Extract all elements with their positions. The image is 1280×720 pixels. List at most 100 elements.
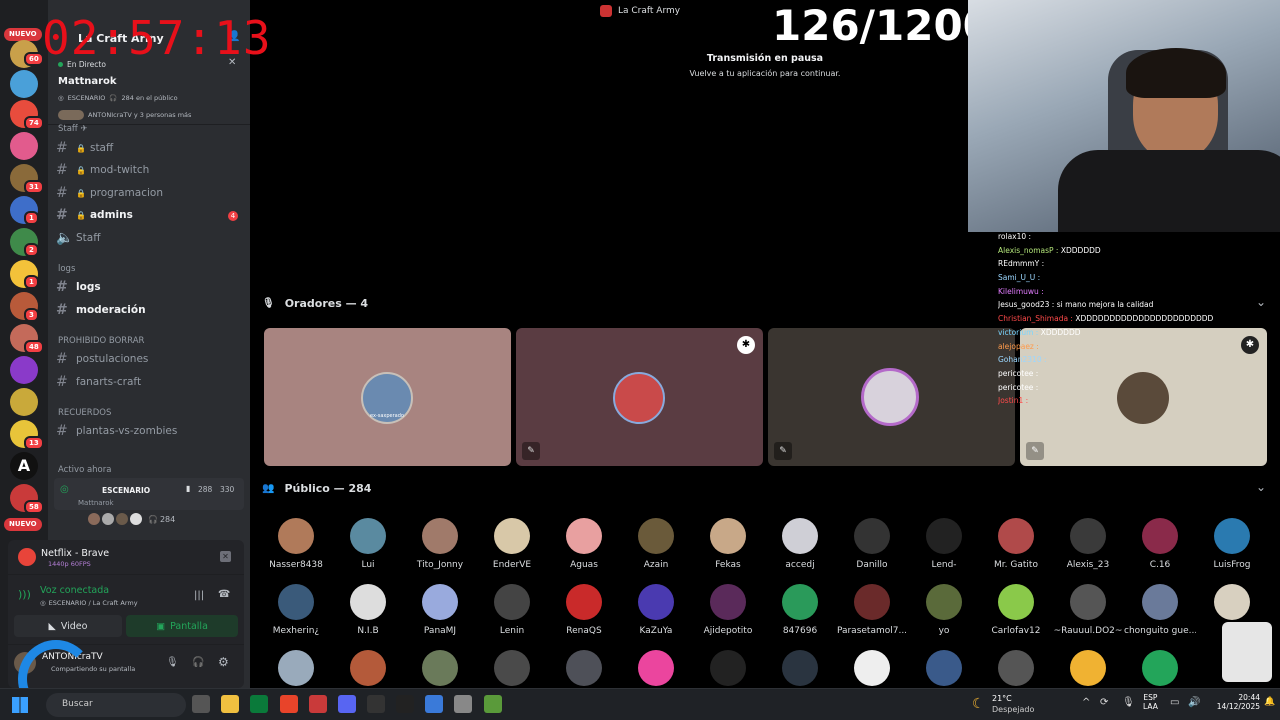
server-icon[interactable] [10, 132, 38, 160]
notification-bell-icon[interactable]: 🔔 [1264, 697, 1275, 707]
server-icon[interactable]: A [10, 452, 38, 480]
audience-member[interactable]: LuisFrog [1196, 518, 1268, 570]
audience-member[interactable]: Nasser8438 [260, 518, 332, 570]
audience-member[interactable]: C.16 [1124, 518, 1196, 570]
audience-member[interactable]: Lend- [908, 518, 980, 570]
audience-member[interactable]: Alexis_23 [1052, 518, 1124, 570]
obs-icon[interactable] [367, 695, 385, 713]
audience-member[interactable]: Tito_Jonny [404, 518, 476, 570]
noise-suppression-icon[interactable]: ||| [194, 590, 204, 601]
audience-member[interactable]: Mr. Gatito [980, 518, 1052, 570]
task-view-icon[interactable] [192, 695, 210, 713]
audience-member[interactable]: KaZuYa [620, 584, 692, 636]
channel-logs[interactable]: # logs [56, 277, 244, 297]
channel-postulaciones[interactable]: # postulaciones [56, 349, 244, 369]
weather-widget[interactable]: ☾ 21°C Despejado [972, 692, 1052, 718]
channel-plantas-vs-zombies[interactable]: # plantas-vs-zombies [56, 421, 244, 441]
hash-icon: # [56, 302, 68, 318]
avatar[interactable] [422, 650, 458, 686]
avatar[interactable] [350, 650, 386, 686]
audience-member[interactable]: chonguito gue... [1124, 584, 1196, 636]
audience-member[interactable]: accedj [764, 518, 836, 570]
network-icon[interactable]: ▭ [1170, 697, 1179, 708]
stream-quality: 1440p 60FPS [48, 560, 91, 568]
category-prohibido-borrar[interactable]: PROHIBIDO BORRAR [58, 336, 144, 346]
audience-member[interactable]: N.I.B [332, 584, 404, 636]
volume-icon[interactable]: 🔊 [1188, 697, 1200, 708]
audience-member[interactable]: Parasetamol7... [836, 584, 908, 636]
avatar[interactable] [998, 650, 1034, 686]
category-staff[interactable]: Staff ✈ [58, 124, 88, 134]
chevron-down-icon[interactable]: ⌄ [1256, 480, 1266, 494]
taskbar-search[interactable]: Buscar [46, 693, 186, 717]
audience-member[interactable]: Fekas [692, 518, 764, 570]
app-icon[interactable] [309, 695, 327, 713]
category-recuerdos[interactable]: RECUERDOS [58, 408, 111, 418]
audience-member[interactable]: RenaQS [548, 584, 620, 636]
stage-icon: ◎ [40, 599, 46, 607]
channel-staff-voice[interactable]: 🔈 Staff [56, 228, 244, 248]
voice-location[interactable]: ◎ ESCENARIO / La Craft Army [40, 599, 138, 607]
app-icon[interactable] [396, 695, 414, 713]
minecraft-icon[interactable] [484, 695, 502, 713]
audience-member[interactable]: PanaMJ [404, 584, 476, 636]
audience-member[interactable]: yo [908, 584, 980, 636]
store-icon[interactable] [250, 695, 268, 713]
audience-member[interactable]: Lui [332, 518, 404, 570]
audience-member[interactable]: ~Rauuul.DO2~ [1052, 584, 1124, 636]
windows-start-icon[interactable] [12, 697, 28, 713]
headphones-icon[interactable]: 🎧 [192, 657, 204, 668]
audience-member[interactable]: Danillo [836, 518, 908, 570]
speaker-tile[interactable]: ex-saxperado [264, 328, 511, 466]
discord-icon[interactable] [338, 695, 356, 713]
settings-icon[interactable] [454, 695, 472, 713]
video-button[interactable]: ◣ Video [14, 615, 122, 637]
avatar[interactable] [782, 650, 818, 686]
avatar [1142, 584, 1178, 620]
discord-avatar-icon[interactable] [638, 650, 674, 686]
server-icon[interactable] [10, 356, 38, 384]
avatar[interactable] [926, 650, 962, 686]
avatar[interactable] [278, 650, 314, 686]
audience-member[interactable]: Azain [620, 518, 692, 570]
brave-icon[interactable] [280, 695, 298, 713]
category-logs[interactable]: logs [58, 264, 75, 274]
clock[interactable]: 20:44 14/12/2025 [1206, 693, 1260, 711]
audience-member[interactable]: EnderVE [476, 518, 548, 570]
channel-programacion[interactable]: # 🔒 programacion [56, 183, 244, 203]
channel-fanarts-craft[interactable]: # fanarts-craft [56, 372, 244, 392]
screen-share-button[interactable]: ▣ Pantalla [126, 615, 238, 637]
avatar[interactable] [854, 650, 890, 686]
server-icon[interactable] [10, 70, 38, 98]
language-indicator[interactable]: ESP LAA [1143, 693, 1158, 711]
disconnect-icon[interactable]: ☎ [218, 589, 230, 600]
microphone-icon[interactable]: 🎙 [166, 657, 179, 668]
app-icon[interactable] [425, 695, 443, 713]
speaker-tile[interactable]: ✎ [768, 328, 1015, 466]
speaker-tile[interactable]: ✱ ✎ [516, 328, 763, 466]
stop-stream-icon[interactable]: ✕ [220, 551, 231, 562]
server-icon[interactable] [10, 388, 38, 416]
active-stage-card[interactable]: ◎ ESCENARIO Mattnarok ▮ 288 330 [54, 478, 244, 510]
audience-member[interactable]: 847696 [764, 584, 836, 636]
channel-staff[interactable]: # 🔒 staff [56, 138, 244, 158]
discord-avatar-icon[interactable] [566, 650, 602, 686]
avatar[interactable] [494, 650, 530, 686]
audience-member[interactable]: Carlofav12 [980, 584, 1052, 636]
channel-mod-twitch[interactable]: # 🔒 mod-twitch [56, 160, 244, 180]
channel-moderacion[interactable]: # moderación [56, 300, 244, 320]
avatar[interactable] [710, 650, 746, 686]
audience-member[interactable]: Mexherin¿ [260, 584, 332, 636]
avatar [1070, 584, 1106, 620]
discord-avatar-icon[interactable] [1070, 650, 1106, 686]
tray-chevron-icon[interactable]: ^ [1082, 697, 1090, 708]
gear-icon[interactable]: ⚙ [218, 655, 229, 669]
file-explorer-icon[interactable] [221, 695, 239, 713]
audience-member[interactable]: Lenin [476, 584, 548, 636]
discord-avatar-icon[interactable] [1142, 650, 1178, 686]
audience-member[interactable]: Aguas [548, 518, 620, 570]
audience-member[interactable]: Ajidepotito [692, 584, 764, 636]
channel-admins[interactable]: # 🔒 admins [56, 205, 244, 225]
tray-mic-icon[interactable]: 🎙 [1122, 697, 1135, 708]
tray-sync-icon[interactable]: ⟳ [1100, 697, 1108, 708]
